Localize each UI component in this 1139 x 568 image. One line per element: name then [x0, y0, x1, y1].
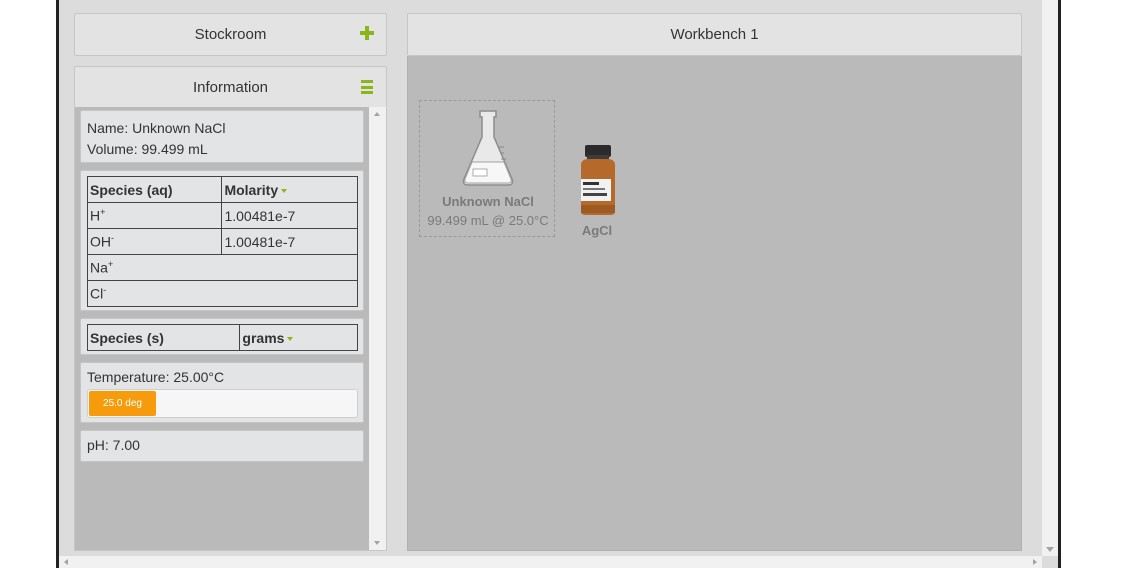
temperature-card: Temperature: 25.00°C 25.0 deg: [80, 362, 364, 423]
molarity-value: 1.00481e-7: [221, 202, 358, 229]
page-vertical-scrollbar[interactable]: [1042, 0, 1058, 556]
temperature-slider[interactable]: 25.0 deg: [87, 389, 358, 418]
solid-species-card: Species (s) grams: [80, 318, 364, 355]
window-border-right: [1058, 0, 1061, 568]
temperature-slider-fill[interactable]: 25.0 deg: [89, 391, 156, 416]
solid-species-table: Species (s) grams: [86, 324, 358, 351]
scroll-down-icon[interactable]: [374, 541, 380, 545]
workbench-title: Workbench 1: [670, 26, 759, 43]
species-name: Cl: [90, 285, 104, 302]
aqueous-species-table: Species (aq) Molarity H+ 1.00481e-7 OH- …: [86, 176, 358, 307]
solution-volume: Volume: 99.499 mL: [87, 141, 208, 157]
molarity-header-label: Molarity: [224, 181, 279, 198]
temperature-text: Temperature: 25.00°C: [87, 369, 225, 385]
solution-name: Name: Unknown NaCl: [87, 120, 226, 136]
molarity-header[interactable]: Molarity: [221, 176, 358, 203]
stockroom-title: Stockroom: [194, 26, 267, 43]
bottle-name: AgCl: [581, 223, 613, 238]
species-name: H: [90, 207, 101, 224]
workbench-header[interactable]: Workbench 1: [407, 13, 1022, 56]
scroll-right-icon[interactable]: [1033, 559, 1037, 565]
ph-text: pH: 7.00: [87, 437, 140, 453]
table-row: OH- 1.00481e-7: [86, 228, 358, 255]
flask-volume: 99.499 mL @ 25.0°C: [427, 213, 549, 228]
bottle-icon: [581, 145, 615, 215]
bottle-item-agcl[interactable]: AgCl: [572, 143, 622, 243]
caret-down-icon[interactable]: [287, 336, 294, 341]
species-charge: +: [100, 207, 106, 218]
information-scrollbar[interactable]: [369, 107, 386, 550]
solution-info-card: Name: Unknown NaCl Volume: 99.499 mL: [80, 110, 364, 163]
scroll-down-icon[interactable]: [1046, 547, 1054, 552]
plus-icon[interactable]: [360, 26, 374, 40]
scroll-up-icon[interactable]: [374, 112, 380, 116]
species-aq-header: Species (aq): [86, 176, 223, 203]
information-header[interactable]: Information: [74, 66, 387, 107]
flask-icon: [462, 110, 514, 186]
scrollbar-corner: [1042, 556, 1058, 568]
species-charge: +: [107, 259, 114, 270]
page-horizontal-scrollbar[interactable]: [59, 556, 1042, 568]
table-row: H+ 1.00481e-7: [86, 202, 358, 229]
species-name: OH: [90, 233, 111, 250]
flask-name: Unknown NaCl: [442, 194, 534, 209]
species-charge: -: [103, 285, 107, 296]
scroll-left-icon[interactable]: [64, 559, 68, 565]
information-title: Information: [192, 78, 269, 96]
aqueous-species-card: Species (aq) Molarity H+ 1.00481e-7 OH- …: [80, 170, 364, 311]
species-charge: -: [111, 233, 114, 244]
grams-header[interactable]: grams: [239, 324, 358, 351]
caret-down-icon[interactable]: [281, 188, 288, 193]
menu-icon[interactable]: [361, 80, 373, 94]
ph-card: pH: 7.00: [80, 430, 364, 462]
table-row: Na+: [87, 254, 358, 281]
stockroom-header[interactable]: Stockroom: [74, 13, 387, 56]
temperature-slider-label: 25.0 deg: [103, 398, 142, 409]
flask-item-unknown-nacl[interactable]: Unknown NaCl 99.499 mL @ 25.0°C: [419, 100, 555, 237]
table-row: Cl-: [87, 280, 358, 307]
molarity-value: 1.00481e-7: [221, 228, 358, 255]
grams-header-label: grams: [242, 329, 285, 346]
species-s-header: Species (s): [86, 324, 241, 351]
species-name: Na: [90, 259, 108, 276]
